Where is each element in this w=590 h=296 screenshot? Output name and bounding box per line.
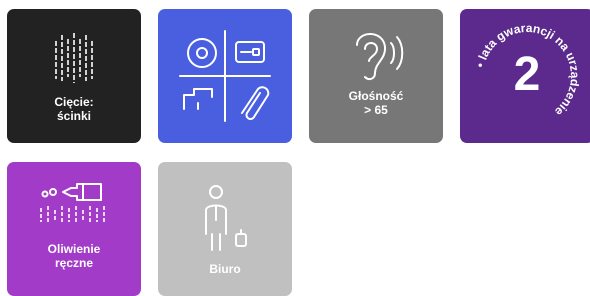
cutting-label-line2: ścinki: [56, 109, 92, 123]
tile-oiling-label: Oliwienie ręczne: [7, 242, 141, 270]
oiling-label-line2: ręczne: [54, 256, 94, 270]
oil-bottle-icon: [40, 183, 105, 224]
loudness-label-line1: Głośność: [348, 89, 404, 103]
tile-oiling: Oliwienie ręczne: [7, 162, 141, 296]
warranty-years-number: 2: [513, 48, 541, 101]
oiling-label-line1: Oliwienie: [47, 242, 101, 256]
tile-office-label: Biuro: [158, 262, 292, 276]
tile-office-features: [158, 9, 292, 143]
ear-sound-icon: [356, 33, 404, 81]
loudness-label-line2: > 65: [364, 103, 388, 117]
tile-cutting-strips: Cięcie: ścinki: [7, 9, 141, 143]
tile-cutting-label: Cięcie: ścinki: [7, 95, 141, 123]
office-features-grid-icon: [179, 30, 271, 122]
cutting-label-line1: Cięcie:: [54, 95, 94, 109]
tile-office: Biuro: [158, 162, 292, 296]
tile-loudness: Głośność > 65: [309, 9, 443, 143]
tile-loudness-label: Głośność > 65: [309, 89, 443, 117]
office-label-line1: Biuro: [209, 262, 241, 276]
tile-warranty: • lata gwarancji na urządzenie 2: [460, 9, 590, 143]
